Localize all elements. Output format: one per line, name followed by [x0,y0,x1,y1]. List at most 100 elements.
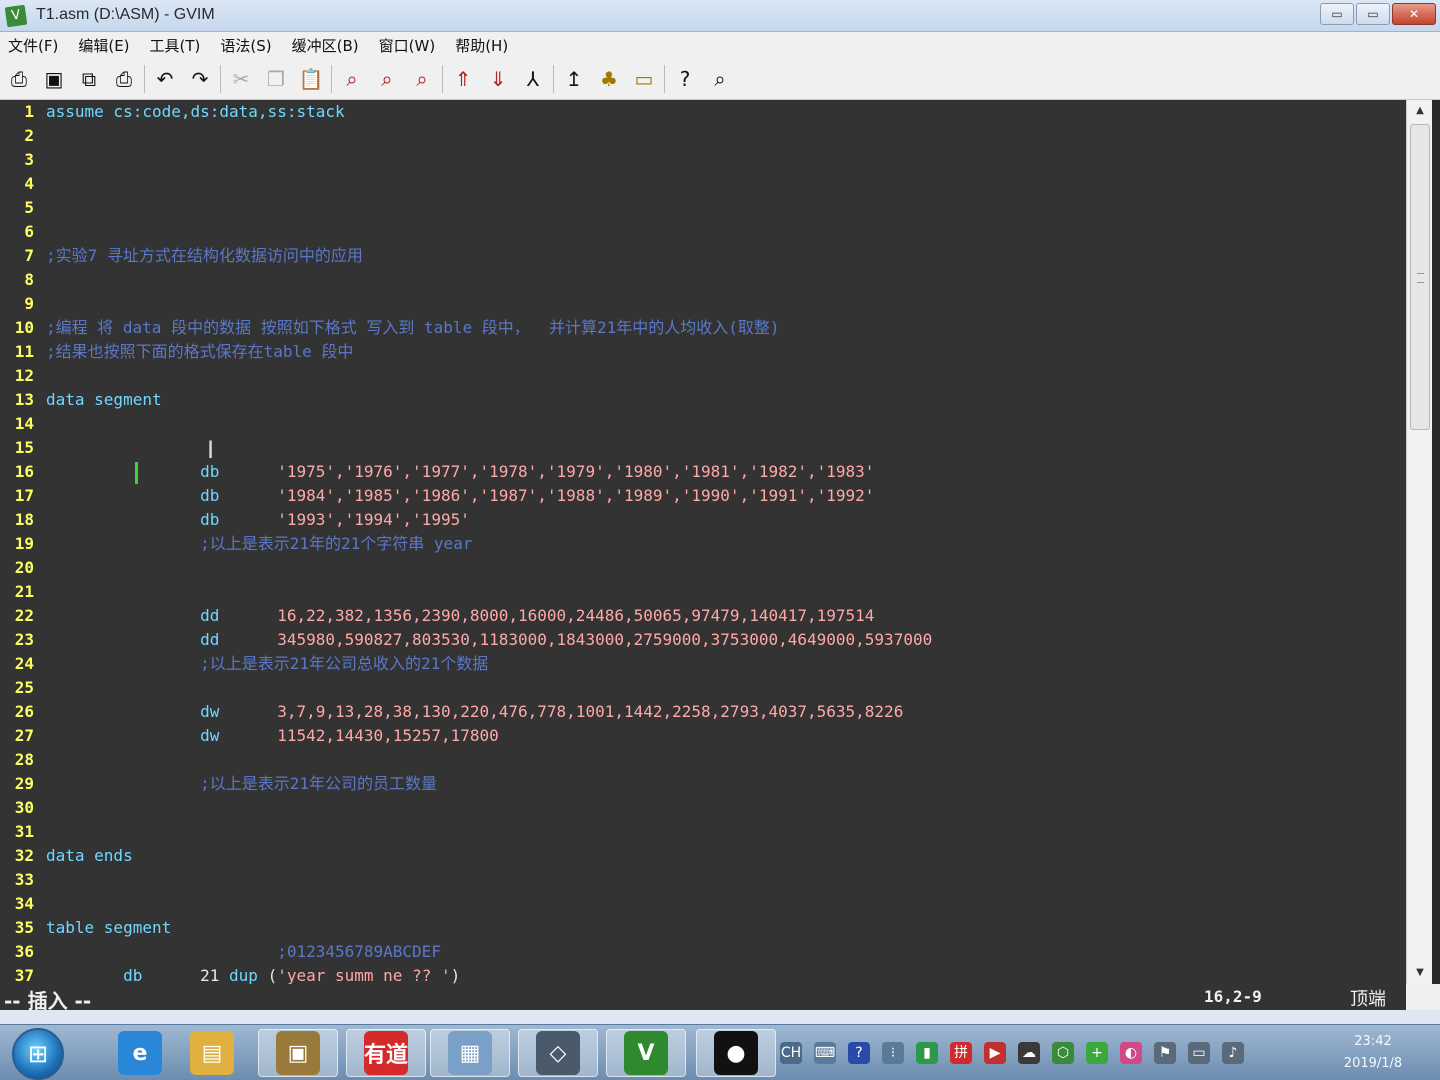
tray-icon[interactable]: 拼 [950,1042,972,1064]
tray-icon[interactable]: ⬡ [1052,1042,1074,1064]
save-all-icon[interactable]: ⧉ [74,64,104,94]
tray-icon[interactable]: ◐ [1120,1042,1142,1064]
code-line[interactable]: 9 [0,292,1406,316]
start-button[interactable]: ⊞ [12,1028,64,1080]
explorer-app[interactable]: ▤ [172,1029,252,1077]
run-script-icon[interactable]: ⅄ [518,64,548,94]
code-line[interactable]: 34 [0,892,1406,916]
code-line[interactable]: 35 table segment [0,916,1406,940]
open-icon[interactable]: ⎙ [4,64,34,94]
code-line[interactable]: 8 [0,268,1406,292]
code-line[interactable]: 17 db '1984','1985','1986','1987','1988'… [0,484,1406,508]
code-line[interactable]: 26 dw 3,7,9,13,28,38,130,220,476,778,100… [0,700,1406,724]
menu-buffers[interactable]: 缓冲区(B) [292,35,359,56]
line-text: db '1984','1985','1986','1987','1988','1… [46,484,874,508]
keyword-text: dup [229,966,258,985]
menu-window[interactable]: 窗口(W) [379,35,436,56]
menu-tools[interactable]: 工具(T) [150,35,201,56]
code-line[interactable]: 21 [0,580,1406,604]
obs-app[interactable]: ● [696,1029,776,1077]
code-line[interactable]: 31 [0,820,1406,844]
menu-edit[interactable]: 编辑(E) [78,35,129,56]
print-icon[interactable]: ⎙ [109,64,139,94]
keyword-text: data ends [46,846,133,865]
tray-icon[interactable]: + [1086,1042,1108,1064]
tray-icon[interactable]: ☁ [1018,1042,1040,1064]
youdao-app[interactable]: 有道 [346,1029,426,1077]
minimize-button[interactable]: ▭ [1320,3,1354,25]
box-app[interactable]: ◇ [518,1029,598,1077]
code-line[interactable]: 3 [0,148,1406,172]
tray-icon[interactable]: ♪ [1222,1042,1244,1064]
code-line[interactable]: 36 ;0123456789ABCDEF [0,940,1406,964]
tray-icon[interactable]: ⁝ [882,1042,904,1064]
comment-text: ;0123456789ABCDEF [277,942,441,961]
cut-icon[interactable]: ✂ [226,64,256,94]
code-line[interactable]: 22 dd 16,22,382,1356,2390,8000,16000,244… [0,604,1406,628]
load-session-icon[interactable]: ⇑ [448,64,478,94]
code-line[interactable]: 20 [0,556,1406,580]
code-line[interactable]: 6 [0,220,1406,244]
close-button[interactable]: ✕ [1392,3,1436,25]
gvim-app[interactable]: V [606,1029,686,1077]
vertical-scrollbar[interactable]: ▲ ▼ [1406,100,1432,984]
ctags-icon[interactable]: ▭ [629,64,659,94]
code-line[interactable]: 14 [0,412,1406,436]
find-next-icon[interactable]: ⌕ [372,64,402,94]
code-line[interactable]: 24 ;以上是表示21年公司总收入的21个数据 [0,652,1406,676]
tray-icon[interactable]: ▮ [916,1042,938,1064]
help-icon[interactable]: ? [670,64,700,94]
shell-icon[interactable]: ♣ [594,64,624,94]
tray-icon[interactable]: ? [848,1042,870,1064]
find-replace-icon[interactable]: ⌕ [337,64,367,94]
code-line[interactable]: 13 data segment [0,388,1406,412]
save-icon[interactable]: ▣ [39,64,69,94]
code-line[interactable]: 25 [0,676,1406,700]
editor-area[interactable]: 1 assume cs:code,ds:data,ss:stack 2 3 4 5 6 7 ;实… [0,100,1406,985]
code-line[interactable]: 18 db '1993','1994','1995' [0,508,1406,532]
code-line[interactable]: 11 ;结果也按照下面的格式保存在table 段中 [0,340,1406,364]
code-line[interactable]: 10 ;编程 将 data 段中的数据 按照如下格式 写入到 table 段中， … [0,316,1406,340]
dosbox-app[interactable]: ▣ [258,1029,338,1077]
code-line[interactable]: 2 [0,124,1406,148]
code-line[interactable]: 12 [0,364,1406,388]
code-line[interactable]: 30 [0,796,1406,820]
find-help-icon[interactable]: ⌕ [705,64,735,94]
undo-icon[interactable]: ↶ [150,64,180,94]
maximize-button[interactable]: ▭ [1356,3,1390,25]
code-line[interactable]: 23 dd 345980,590827,803530,1183000,18430… [0,628,1406,652]
code-line[interactable]: 19 ;以上是表示21年的21个字符串 year [0,532,1406,556]
code-line[interactable]: 7 ;实验7 寻址方式在结构化数据访问中的应用 [0,244,1406,268]
code-line[interactable]: 1 assume cs:code,ds:data,ss:stack [0,100,1406,124]
clock[interactable]: 23:42 2019/1/8 [1318,1031,1428,1075]
menu-file[interactable]: 文件(F) [8,35,58,56]
code-line[interactable]: 27 dw 11542,14430,15257,17800 [0,724,1406,748]
line-text: data ends [46,844,133,868]
make-icon[interactable]: ↥ [559,64,589,94]
copy-icon[interactable]: ❐ [261,64,291,94]
menu-help[interactable]: 帮助(H) [455,35,508,56]
file-app[interactable]: ▦ [430,1029,510,1077]
save-session-icon[interactable]: ⇓ [483,64,513,94]
code-line[interactable]: 29 ;以上是表示21年公司的员工数量 [0,772,1406,796]
tray-icon[interactable]: ⚑ [1154,1042,1176,1064]
scroll-down-arrow-icon[interactable]: ▼ [1407,962,1433,984]
scroll-up-arrow-icon[interactable]: ▲ [1407,100,1433,122]
tray-icon[interactable]: CH [780,1042,802,1064]
code-line[interactable]: 4 [0,172,1406,196]
ie-app[interactable]: e [100,1029,180,1077]
redo-icon[interactable]: ↷ [185,64,215,94]
code-line[interactable]: 33 [0,868,1406,892]
tray-icon[interactable]: ▶ [984,1042,1006,1064]
code-line[interactable]: 5 [0,196,1406,220]
tray-icon[interactable]: ⌨ [814,1042,836,1064]
line-number: 35 [14,918,34,937]
paste-icon[interactable]: 📋 [296,64,326,94]
scroll-thumb[interactable] [1410,124,1430,430]
tray-icon[interactable]: ▭ [1188,1042,1210,1064]
find-prev-icon[interactable]: ⌕ [407,64,437,94]
code-line[interactable]: 32 data ends [0,844,1406,868]
code-line[interactable]: 28 [0,748,1406,772]
menu-syntax[interactable]: 语法(S) [220,35,271,56]
